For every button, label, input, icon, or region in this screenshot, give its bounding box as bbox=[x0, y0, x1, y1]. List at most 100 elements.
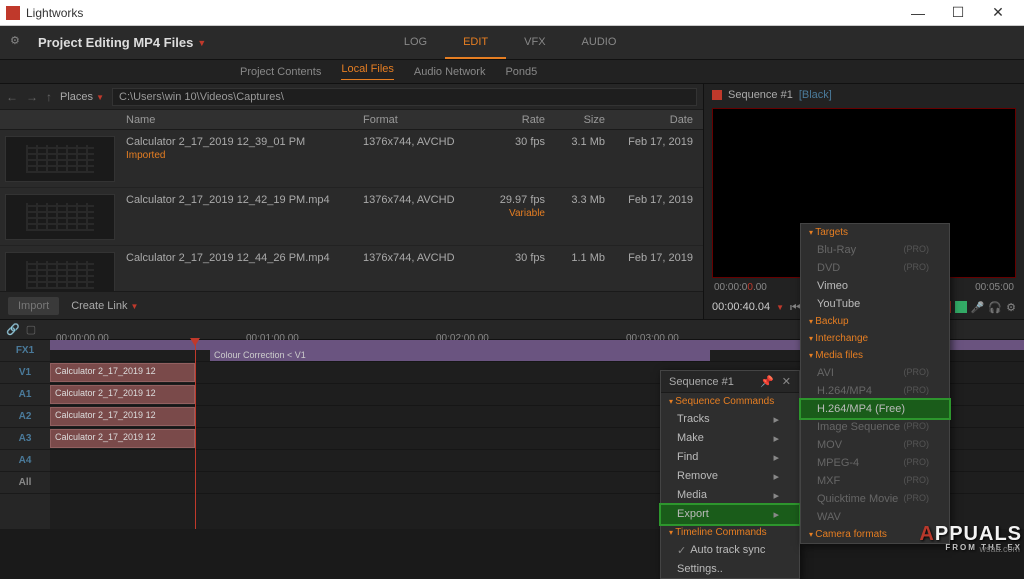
submenu-item: Blu-Ray(PRO) bbox=[801, 241, 949, 259]
submenu-item[interactable]: YouTube bbox=[801, 295, 949, 313]
project-dropdown-icon[interactable]: ▼ bbox=[197, 38, 206, 48]
minimize-button[interactable]: — bbox=[898, 5, 938, 21]
submenu-section-targets: Targets bbox=[801, 224, 949, 241]
timecode-dropdown-icon[interactable]: ▼ bbox=[776, 303, 784, 312]
snap-icon[interactable]: ▢ bbox=[26, 323, 36, 336]
main-tabs: LOG EDIT VFX AUDIO bbox=[386, 27, 635, 59]
preview-time-start: 00:00:00.00 bbox=[714, 282, 767, 293]
create-link-button[interactable]: Create Link ▼ bbox=[71, 300, 138, 312]
submenu-item: MXF(PRO) bbox=[801, 472, 949, 490]
project-title[interactable]: Project Editing MP4 Files bbox=[38, 35, 193, 50]
menu-item-remove[interactable]: Remove▸ bbox=[661, 467, 799, 486]
window-title: Lightworks bbox=[26, 6, 898, 20]
file-date: Feb 17, 2019 bbox=[613, 194, 703, 206]
titlebar: Lightworks — ☐ ✕ bbox=[0, 0, 1024, 26]
file-list: Calculator 2_17_2019 12_39_01 PMImported… bbox=[0, 130, 703, 291]
submenu-item: Quicktime Movie(PRO) bbox=[801, 490, 949, 508]
file-browser: ← → ↑ Places ▼ C:\Users\win 10\Videos\Ca… bbox=[0, 84, 704, 319]
submenu-section-backup[interactable]: Backup bbox=[801, 313, 949, 330]
maximize-button[interactable]: ☐ bbox=[938, 4, 978, 21]
tab-log[interactable]: LOG bbox=[386, 27, 445, 59]
submenu-section-interchange[interactable]: Interchange bbox=[801, 330, 949, 347]
tab-edit[interactable]: EDIT bbox=[445, 27, 506, 59]
menu-item-make[interactable]: Make▸ bbox=[661, 429, 799, 448]
submenu-item: Image Sequence(PRO) bbox=[801, 418, 949, 436]
file-status: Imported bbox=[126, 150, 363, 161]
menu-auto-track-sync[interactable]: ✓Auto track sync bbox=[661, 541, 799, 560]
file-row[interactable]: Calculator 2_17_2019 12_39_01 PMImported… bbox=[0, 130, 703, 188]
gear-icon[interactable]: ⚙ bbox=[10, 34, 28, 52]
playhead[interactable] bbox=[195, 340, 196, 529]
submenu-item: H.264/MP4(PRO) bbox=[801, 382, 949, 400]
file-thumbnail bbox=[5, 136, 115, 182]
mic-icon[interactable]: 🎤 bbox=[971, 301, 985, 314]
sequence-context-menu: Sequence #1 📌 ✕ Sequence Commands Tracks… bbox=[660, 370, 800, 579]
track-label-a2[interactable]: A2 bbox=[0, 406, 50, 428]
col-format[interactable]: Format bbox=[363, 114, 483, 126]
preview-time-end: 00:05:00 bbox=[975, 282, 1014, 293]
submenu-item[interactable]: H.264/MP4 (Free) bbox=[801, 400, 949, 418]
file-rate: 30 fps bbox=[483, 136, 553, 148]
path-input[interactable]: C:\Users\win 10\Videos\Captures\ bbox=[112, 88, 697, 106]
nav-forward-icon[interactable]: → bbox=[26, 90, 38, 104]
file-format: 1376x744, AVCHD bbox=[363, 252, 483, 264]
sequence-black-label: [Black] bbox=[799, 89, 832, 101]
tab-pond5[interactable]: Pond5 bbox=[505, 66, 537, 78]
menu-item-find[interactable]: Find▸ bbox=[661, 448, 799, 467]
track-labels: FX1V1A1A2A3A4All bbox=[0, 340, 50, 529]
link-icon[interactable]: 🔗 bbox=[6, 323, 20, 336]
tab-audio[interactable]: AUDIO bbox=[564, 27, 635, 59]
menu-item-media[interactable]: Media▸ bbox=[661, 486, 799, 505]
tab-audio-network[interactable]: Audio Network bbox=[414, 66, 486, 78]
timecode-display: 00:00:40.04 bbox=[712, 301, 770, 313]
sequence-name: Sequence #1 bbox=[728, 89, 793, 101]
col-date[interactable]: Date bbox=[613, 114, 703, 126]
tab-project-contents[interactable]: Project Contents bbox=[240, 66, 321, 78]
menu-section-timeline: Timeline Commands bbox=[661, 524, 799, 541]
track-label-v1[interactable]: V1 bbox=[0, 362, 50, 384]
track-label-fx1[interactable]: FX1 bbox=[0, 340, 50, 362]
menu-item-export[interactable]: Export▸ bbox=[661, 505, 799, 524]
menu-settings[interactable]: Settings.. bbox=[661, 560, 799, 578]
content-tabs: Project Contents Local Files Audio Netwo… bbox=[0, 60, 1024, 84]
file-row[interactable]: Calculator 2_17_2019 12_44_26 PM.mp4 137… bbox=[0, 246, 703, 291]
file-size: 3.1 Mb bbox=[553, 136, 613, 148]
menu-close-icon[interactable]: ✕ bbox=[782, 375, 791, 388]
track-label-a4[interactable]: A4 bbox=[0, 450, 50, 472]
preview-header: Sequence #1 [Black] bbox=[704, 84, 1024, 106]
places-dropdown[interactable]: Places ▼ bbox=[60, 91, 104, 103]
col-size[interactable]: Size bbox=[553, 114, 613, 126]
file-rate: 29.97 fpsVariable bbox=[483, 194, 553, 219]
tab-vfx[interactable]: VFX bbox=[506, 27, 563, 59]
menu-item-tracks[interactable]: Tracks▸ bbox=[661, 410, 799, 429]
clip[interactable]: Calculator 2_17_2019 12 bbox=[50, 363, 195, 382]
clip[interactable]: Calculator 2_17_2019 12 bbox=[50, 385, 195, 404]
submenu-item: DVD(PRO) bbox=[801, 259, 949, 277]
submenu-item[interactable]: Vimeo bbox=[801, 277, 949, 295]
export-submenu: Targets Blu-Ray(PRO)DVD(PRO)VimeoYouTube… bbox=[800, 223, 950, 544]
file-thumbnail bbox=[5, 252, 115, 291]
file-row[interactable]: Calculator 2_17_2019 12_42_19 PM.mp4 137… bbox=[0, 188, 703, 246]
tab-local-files[interactable]: Local Files bbox=[341, 63, 394, 80]
pin-icon[interactable]: 📌 bbox=[760, 375, 774, 388]
nav-up-icon[interactable]: ↑ bbox=[46, 90, 52, 104]
marker-green-icon[interactable] bbox=[955, 301, 967, 313]
col-name[interactable]: Name bbox=[120, 114, 363, 126]
fx-label: Colour Correction < V1 bbox=[210, 350, 710, 361]
col-rate[interactable]: Rate bbox=[483, 114, 553, 126]
clip[interactable]: Calculator 2_17_2019 12 bbox=[50, 429, 195, 448]
file-rate: 30 fps bbox=[483, 252, 553, 264]
close-button[interactable]: ✕ bbox=[978, 4, 1018, 21]
settings-icon[interactable]: ⚙ bbox=[1006, 301, 1016, 314]
record-indicator-icon bbox=[712, 90, 722, 100]
clip[interactable]: Calculator 2_17_2019 12 bbox=[50, 407, 195, 426]
menu-title: Sequence #1 bbox=[669, 376, 734, 388]
nav-back-icon[interactable]: ← bbox=[6, 90, 18, 104]
file-name: Calculator 2_17_2019 12_39_01 PMImported bbox=[120, 136, 363, 161]
headphones-icon[interactable]: 🎧 bbox=[988, 301, 1002, 314]
track-label-a3[interactable]: A3 bbox=[0, 428, 50, 450]
import-button[interactable]: Import bbox=[8, 297, 59, 315]
submenu-item: MOV(PRO) bbox=[801, 436, 949, 454]
track-label-all[interactable]: All bbox=[0, 472, 50, 494]
track-label-a1[interactable]: A1 bbox=[0, 384, 50, 406]
